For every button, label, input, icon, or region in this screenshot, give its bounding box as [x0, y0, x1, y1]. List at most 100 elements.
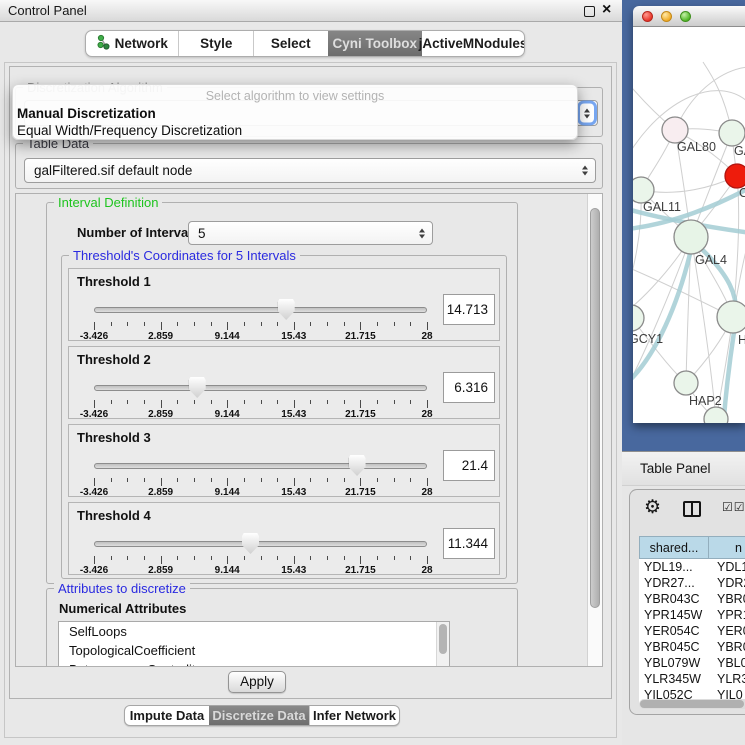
tab-infer-network[interactable]: Infer Network: [309, 706, 399, 725]
slider-thumb[interactable]: [278, 299, 295, 320]
table-cell: YLR3: [709, 671, 745, 687]
settings-scrollpane: Interval Definition Number of Intervals …: [15, 193, 603, 667]
slider-track[interactable]: [94, 307, 427, 313]
column-header-shared[interactable]: shared...: [639, 536, 709, 559]
fieldset-title: Threshold's Coordinates for 5 Intervals: [69, 248, 300, 263]
float-window-icon[interactable]: [584, 6, 595, 17]
tab-style[interactable]: Style: [178, 31, 253, 56]
popup-item-manual-discretization[interactable]: Manual Discretization: [17, 106, 577, 121]
gear-icon[interactable]: ⚙: [644, 498, 661, 518]
network-window-titlebar: [633, 6, 745, 27]
table-panel-content: ⚙ ☑☑ shared...n YDL19...YDL1YDR27...YDR2…: [629, 489, 745, 715]
scrollbar-thumb[interactable]: [590, 208, 600, 608]
threshold-value-field[interactable]: 21.4: [443, 450, 495, 481]
table-row[interactable]: YPR145WYPR1: [639, 607, 745, 623]
top-tab-bar: Network StyleSelectCyni ToolboxjActiveMNo…: [85, 30, 525, 57]
table-row[interactable]: YDR27...YDR2: [639, 575, 745, 591]
scrollbar-thumb[interactable]: [640, 700, 744, 708]
slider-ticks: [94, 400, 427, 409]
tab-jactivemnodules[interactable]: jActiveMNodules: [422, 31, 524, 56]
list-scrollbar[interactable]: [436, 622, 449, 667]
tab-cyni-toolbox[interactable]: Cyni Toolbox: [328, 31, 422, 56]
network-view-canvas[interactable]: GAL80GACGAL11GAL4GCY1HHAP2: [633, 27, 745, 423]
node-table[interactable]: shared...n YDL19...YDL1YDR27...YDR2YBR04…: [639, 536, 745, 703]
list-item[interactable]: BetweennessCentrality: [59, 660, 449, 667]
table-cell: YPR1: [709, 607, 745, 623]
slider-scale-labels: -3.4262.8599.14415.4321.71528: [94, 409, 427, 420]
threshold-value-field[interactable]: 14.713: [443, 294, 495, 325]
threshold-label: Threshold 3: [77, 430, 151, 445]
table-cell: YBR045C: [639, 639, 709, 655]
table-cell: YBR0: [709, 591, 745, 607]
slider-track[interactable]: [94, 463, 427, 469]
table-row[interactable]: YBR043CYBR0: [639, 591, 745, 607]
control-panel-titlebar: Control Panel ×: [0, 0, 622, 22]
minimize-traffic-light-icon[interactable]: [661, 11, 672, 22]
tab-network[interactable]: Network: [86, 31, 178, 56]
slider-thumb[interactable]: [189, 377, 206, 398]
fieldset-title: Attributes to discretize: [54, 581, 190, 596]
table-row[interactable]: YBR045CYBR0: [639, 639, 745, 655]
tab-label: Network: [115, 36, 168, 51]
tab-label: jActiveMNodules: [419, 36, 525, 51]
zoom-traffic-light-icon[interactable]: [680, 11, 691, 22]
checkbox-icons[interactable]: ☑☑: [722, 500, 745, 514]
slider-scale-labels: -3.4262.8599.14415.4321.71528: [94, 487, 427, 498]
threshold-value-field[interactable]: 11.344: [443, 528, 495, 559]
network-window-frame: GAL80GACGAL11GAL4GCY1HHAP2: [622, 0, 745, 451]
table-row[interactable]: YER054CYER0: [639, 623, 745, 639]
cyni-content: Discretization Algorithm Table Data galF…: [9, 66, 612, 699]
table-cell: YER054C: [639, 623, 709, 639]
num-intervals-combobox[interactable]: 5: [188, 221, 433, 245]
table-data-combobox[interactable]: galFiltered.sif default node: [24, 158, 596, 183]
column-header-n[interactable]: n: [709, 536, 745, 559]
slider-track[interactable]: [94, 541, 427, 547]
slider-ticks: [94, 322, 427, 331]
combo-spinner[interactable]: [580, 104, 594, 123]
table-row[interactable]: YBL079WYBL0: [639, 655, 745, 671]
close-traffic-light-icon[interactable]: [642, 11, 653, 22]
interval-definition-fieldset: Interval Definition Number of Intervals …: [46, 202, 518, 584]
combo-spinner[interactable]: [578, 161, 592, 180]
slider-track[interactable]: [94, 385, 427, 391]
table-cell: YBL0: [709, 655, 745, 671]
slider-thumb[interactable]: [349, 455, 366, 476]
svg-text:GCY1: GCY1: [633, 332, 663, 346]
horizontal-scrollbar[interactable]: [639, 699, 745, 709]
tab-impute-data[interactable]: Impute Data: [125, 706, 209, 725]
popup-item-equal-width-frequency[interactable]: Equal Width/Frequency Discretization: [17, 123, 577, 138]
thresholds-fieldset: Threshold's Coordinates for 5 Intervals …: [61, 255, 507, 579]
network-icon: [97, 34, 110, 53]
threshold-value-field[interactable]: 6.316: [443, 372, 495, 403]
network-graph[interactable]: GAL80GACGAL11GAL4GCY1HHAP2: [633, 27, 745, 423]
close-icon[interactable]: ×: [602, 1, 611, 19]
table-panel-title: Table Panel: [640, 452, 711, 486]
table-cell: YER0: [709, 623, 745, 639]
table-cell: YDL1: [709, 559, 745, 575]
table-row[interactable]: YLR345WYLR3: [639, 671, 745, 687]
slider-scale-labels: -3.4262.8599.14415.4321.71528: [94, 331, 427, 342]
list-item[interactable]: TopologicalCoefficient: [59, 641, 449, 660]
tab-select[interactable]: Select: [253, 31, 328, 56]
table-panel-header: Table Panel: [622, 452, 745, 486]
combo-spinner[interactable]: [415, 224, 429, 243]
vertical-scrollbar[interactable]: [587, 194, 602, 666]
table-row[interactable]: YDL19...YDL1: [639, 559, 745, 575]
table-panel: Table Panel ⚙ ☑☑ shared...n YDL19...YDL1…: [622, 451, 745, 745]
svg-text:GAL80: GAL80: [677, 140, 716, 154]
popup-prompt: Select algorithm to view settings: [13, 89, 577, 103]
slider-thumb[interactable]: [242, 533, 259, 554]
tab-discretize-data[interactable]: Discretize Data: [209, 706, 309, 725]
slider-scale-labels: -3.4262.8599.14415.4321.71528: [94, 565, 427, 576]
threshold-label: Threshold 4: [77, 508, 151, 523]
list-item[interactable]: SelfLoops: [59, 622, 449, 641]
threshold-panel-threshold-3: Threshold 3 -3.4262.8599.14415.4321.71528…: [68, 424, 500, 497]
svg-text:GA: GA: [734, 144, 745, 158]
apply-button[interactable]: Apply: [228, 671, 286, 693]
columns-icon[interactable]: [683, 501, 701, 517]
bottom-tab-bar: Impute DataDiscretize DataInfer Network: [124, 705, 400, 726]
attributes-listbox[interactable]: SelfLoopsTopologicalCoefficientBetweenne…: [58, 621, 450, 667]
table-cell: YBR043C: [639, 591, 709, 607]
panel-outer-frame: Discretization Algorithm Table Data galF…: [4, 62, 617, 738]
svg-text:C: C: [739, 186, 745, 200]
